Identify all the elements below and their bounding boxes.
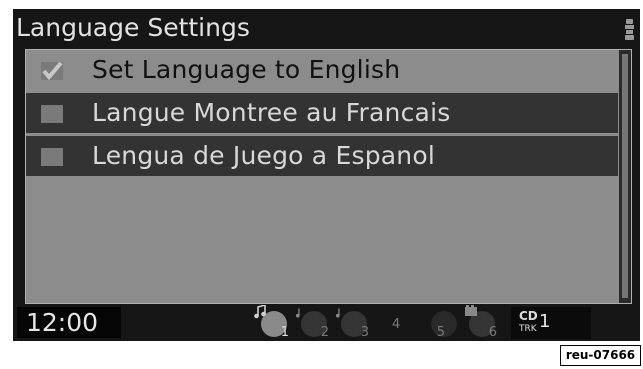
video-icon — [465, 305, 477, 316]
disc-slot-1[interactable]: 1 — [254, 305, 289, 340]
clock: 12:00 — [17, 307, 121, 338]
status-bar: 12:00 1 2 3 4 5 6 CD TRK 1 — [13, 305, 640, 341]
reference-code: reu-07666 — [560, 345, 641, 366]
disc-slot-number: 5 — [436, 325, 445, 340]
disc-slot-3[interactable]: 3 — [335, 308, 369, 340]
disc-slot-number: 3 — [360, 325, 369, 340]
music-note-icon — [335, 308, 340, 318]
language-option-label: Lengua de Juego a Espanol — [92, 141, 435, 170]
language-option-label: Set Language to English — [92, 55, 401, 84]
cd-track-indicator: CD TRK 1 — [511, 307, 591, 339]
trk-label: TRK — [519, 324, 537, 334]
radio-display-screen: Language Settings Set Language to Englis… — [13, 9, 640, 341]
music-note-icon — [295, 308, 300, 318]
language-option-english[interactable]: Set Language to English — [26, 50, 618, 90]
disc-slot-5[interactable]: 5 — [431, 311, 457, 340]
cd-label: CD — [519, 309, 538, 323]
disc-slot-4[interactable]: 4 — [392, 317, 400, 332]
page-title: Language Settings — [16, 13, 250, 42]
disc-slot-2[interactable]: 2 — [295, 308, 329, 340]
language-option-label: Langue Montree au Francais — [92, 98, 451, 127]
checkbox-unchecked-icon[interactable] — [41, 148, 63, 166]
seat-icon — [625, 19, 634, 40]
track-number: 1 — [539, 311, 551, 332]
checkbox-checked-icon[interactable] — [41, 62, 63, 80]
language-option-spanish[interactable]: Lengua de Juego a Espanol — [26, 136, 618, 176]
disc-changer-slots: 1 2 3 4 5 6 — [249, 305, 509, 340]
disc-slot-6[interactable]: 6 — [465, 305, 497, 340]
language-option-french[interactable]: Langue Montree au Francais — [26, 93, 618, 133]
music-note-icon — [254, 305, 266, 319]
disc-slot-number: 1 — [280, 325, 289, 340]
language-list: Set Language to English Langue Montree a… — [25, 49, 632, 304]
scrollbar[interactable] — [619, 50, 631, 303]
disc-slot-number: 6 — [488, 325, 497, 340]
checkbox-unchecked-icon[interactable] — [41, 105, 63, 123]
disc-slot-number: 2 — [320, 325, 329, 340]
scrollbar-thumb[interactable] — [622, 54, 628, 298]
